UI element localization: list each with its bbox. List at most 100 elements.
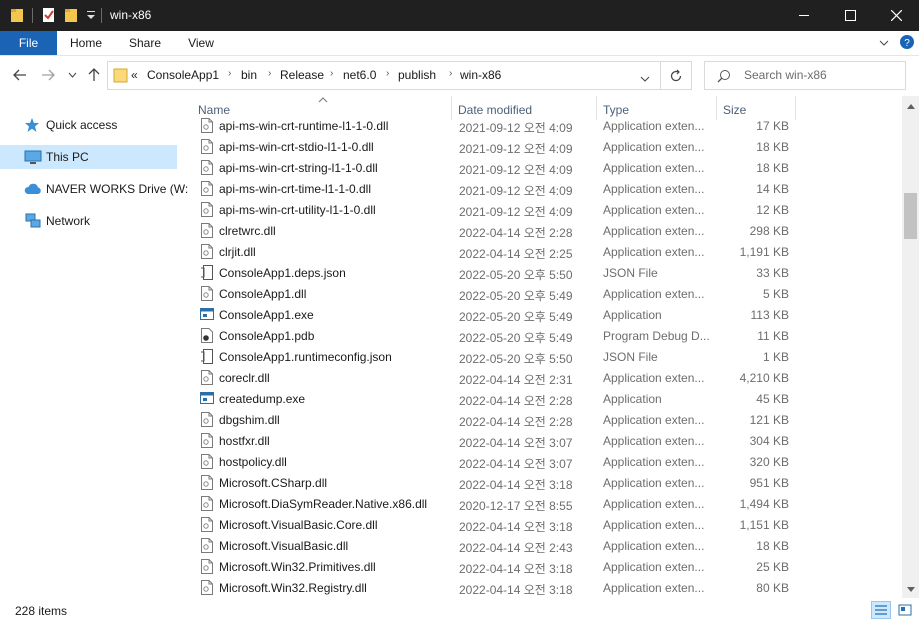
file-name: dbgshim.dll: [219, 413, 280, 427]
dll-file-icon: [200, 370, 214, 385]
file-row[interactable]: Microsoft.VisualBasic.dll 2022-04-14 오전 2…: [192, 535, 902, 556]
breadcrumb-item[interactable]: bin: [241, 68, 257, 82]
details-view-button[interactable]: [871, 601, 891, 619]
file-size: 5 KB: [762, 287, 789, 301]
large-icons-view-icon: [898, 604, 912, 616]
file-row[interactable]: api-ms-win-crt-string-l1-1-0.dll 2021-09-…: [192, 157, 902, 178]
breadcrumb-separator-icon[interactable]: ›: [330, 68, 333, 79]
file-name: api-ms-win-crt-stdio-l1-1-0.dll: [219, 140, 374, 154]
file-row[interactable]: ConsoleApp1.exe 2022-05-20 오후 5:49 Applica…: [192, 304, 902, 325]
file-name: Microsoft.DiaSymReader.Native.x86.dll: [219, 497, 428, 511]
breadcrumb-separator-icon[interactable]: ›: [268, 68, 271, 79]
address-bar[interactable]: « ConsoleApp1 › bin › Release › net6.0 ›…: [107, 61, 661, 90]
file-row[interactable]: Microsoft.VisualBasic.Core.dll 2022-04-14…: [192, 514, 902, 535]
file-row[interactable]: hostfxr.dll 2022-04-14 오전 3:07 Application…: [192, 430, 902, 451]
back-button[interactable]: [10, 63, 30, 87]
tab-view[interactable]: View: [175, 31, 227, 55]
scroll-down-icon[interactable]: [902, 581, 919, 598]
file-row[interactable]: Microsoft.CSharp.dll 2022-04-14 오전 3:18 Ap…: [192, 472, 902, 493]
file-row[interactable]: dbgshim.dll 2022-04-14 오전 2:28 Application…: [192, 409, 902, 430]
file-row[interactable]: createdump.exe 2022-04-14 오전 2:28 Applicat…: [192, 388, 902, 409]
file-row[interactable]: hostpolicy.dll 2022-04-14 오전 3:07 Applicat…: [192, 451, 902, 472]
file-name: hostfxr.dll: [219, 434, 270, 448]
nav-item-naver-works-drive[interactable]: NAVER WORKS Drive (W:: [0, 177, 188, 201]
dll-file-icon: [200, 412, 214, 427]
breadcrumb-item[interactable]: publish: [398, 68, 436, 82]
tab-file[interactable]: File: [0, 31, 57, 55]
file-row[interactable]: coreclr.dll 2022-04-14 오전 2:31 Application…: [192, 367, 902, 388]
file-row[interactable]: ConsoleApp1.deps.json 2022-05-20 오후 5:50 J…: [192, 262, 902, 283]
properties-icon[interactable]: [41, 7, 57, 26]
forward-button[interactable]: [38, 63, 58, 87]
file-row[interactable]: api-ms-win-crt-time-l1-1-0.dll 2021-09-12…: [192, 178, 902, 199]
file-row[interactable]: Microsoft.Win32.Registry.dll 2022-04-14 오…: [192, 577, 902, 598]
file-name: ConsoleApp1.deps.json: [219, 266, 346, 280]
expand-ribbon-icon[interactable]: [879, 37, 889, 51]
file-row[interactable]: ConsoleApp1.runtimeconfig.json 2022-05-20…: [192, 346, 902, 367]
file-type: Application exten...: [603, 455, 705, 469]
exe-file-icon: [200, 391, 214, 406]
breadcrumb-item[interactable]: Release: [280, 68, 324, 82]
nav-item-this-pc[interactable]: This PC: [0, 145, 177, 169]
file-size: 18 KB: [756, 140, 789, 154]
file-type: Application exten...: [603, 203, 705, 217]
up-button[interactable]: [85, 63, 103, 87]
new-folder-icon[interactable]: [64, 7, 80, 26]
breadcrumb-separator-icon[interactable]: ›: [449, 68, 452, 79]
file-row[interactable]: api-ms-win-crt-runtime-l1-1-0.dll 2021-09…: [192, 115, 902, 136]
nav-item-network[interactable]: Network: [0, 209, 177, 233]
file-type: Application exten...: [603, 371, 705, 385]
help-icon[interactable]: ?: [899, 34, 915, 53]
breadcrumb-item[interactable]: ConsoleApp1: [147, 68, 219, 82]
file-row[interactable]: ConsoleApp1.pdb 2022-05-20 오후 5:49 Program…: [192, 325, 902, 346]
refresh-button[interactable]: [661, 61, 692, 90]
nav-item-quick-access[interactable]: Quick access: [0, 113, 177, 137]
file-row[interactable]: api-ms-win-crt-stdio-l1-1-0.dll 2021-09-1…: [192, 136, 902, 157]
file-row[interactable]: api-ms-win-crt-utility-l1-1-0.dll 2021-09…: [192, 199, 902, 220]
file-row[interactable]: ConsoleApp1.dll 2022-05-20 오후 5:49 Applica…: [192, 283, 902, 304]
large-icons-view-button[interactable]: [895, 601, 915, 619]
tab-share[interactable]: Share: [118, 31, 172, 55]
breadcrumb-overflow[interactable]: «: [131, 68, 138, 82]
minimize-button[interactable]: [781, 0, 827, 31]
file-type: Application exten...: [603, 497, 705, 511]
breadcrumb-item[interactable]: net6.0: [343, 68, 376, 82]
recent-locations-button[interactable]: [65, 63, 79, 87]
dll-file-icon: [200, 475, 214, 490]
separator: [101, 8, 102, 23]
scrollbar-thumb[interactable]: [904, 193, 917, 239]
file-name: ConsoleApp1.exe: [219, 308, 314, 322]
scroll-up-icon[interactable]: [902, 98, 919, 115]
file-size: 25 KB: [756, 560, 789, 574]
file-row[interactable]: clretwrc.dll 2022-04-14 오전 2:28 Applicatio…: [192, 220, 902, 241]
pc-icon: [24, 149, 42, 168]
file-row[interactable]: clrjit.dll 2022-04-14 오전 2:25 Application …: [192, 241, 902, 262]
file-size: 45 KB: [756, 392, 789, 406]
customize-dropdown-icon[interactable]: [86, 9, 96, 24]
search-box[interactable]: Search win-x86: [704, 61, 906, 90]
breadcrumb-separator-icon[interactable]: ›: [228, 68, 231, 79]
vertical-scrollbar[interactable]: [902, 96, 919, 598]
file-row[interactable]: Microsoft.Win32.Primitives.dll 2022-04-14…: [192, 556, 902, 577]
folder-icon[interactable]: [10, 7, 24, 26]
file-size: 80 KB: [756, 581, 789, 595]
ribbon: File Home Share View ?: [0, 31, 919, 56]
json-file-icon: [200, 265, 214, 280]
file-type: Application exten...: [603, 476, 705, 490]
dll-file-icon: [200, 538, 214, 553]
breadcrumb-separator-icon[interactable]: ›: [386, 68, 389, 79]
file-row[interactable]: Microsoft.DiaSymReader.Native.x86.dll 202…: [192, 493, 902, 514]
file-name: hostpolicy.dll: [219, 455, 287, 469]
search-placeholder: Search win-x86: [744, 68, 827, 82]
file-size: 12 KB: [756, 203, 789, 217]
tab-home[interactable]: Home: [58, 31, 114, 55]
file-type: Application exten...: [603, 140, 705, 154]
address-dropdown-icon[interactable]: [640, 72, 650, 86]
file-date: 2022-04-14 오전 2:28: [459, 415, 573, 429]
close-button[interactable]: [873, 0, 919, 31]
breadcrumb-item[interactable]: win-x86: [460, 68, 501, 82]
file-name: createdump.exe: [219, 392, 306, 406]
file-type: JSON File: [603, 266, 658, 280]
maximize-button[interactable]: [827, 0, 873, 31]
file-name: coreclr.dll: [219, 371, 270, 385]
